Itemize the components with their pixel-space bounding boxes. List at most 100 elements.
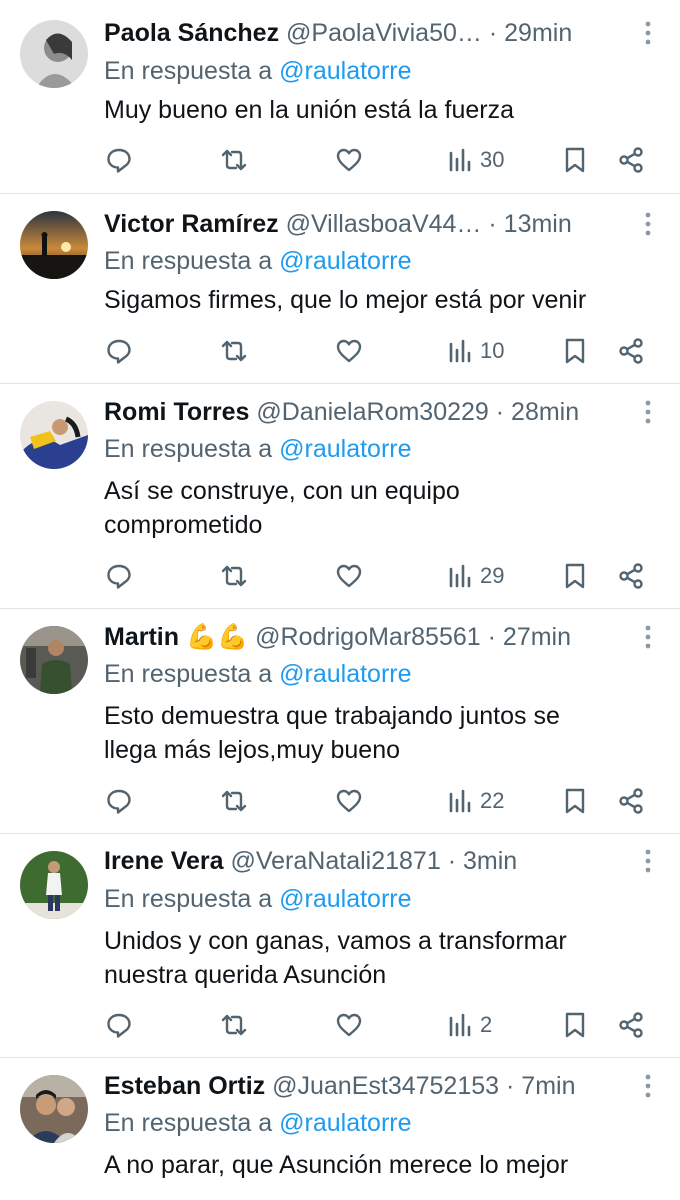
reply-button[interactable] bbox=[104, 140, 134, 180]
heart-icon bbox=[334, 561, 364, 591]
reply-prefix: En respuesta a bbox=[104, 885, 273, 913]
more-vertical-icon[interactable] bbox=[638, 395, 658, 429]
tweet-item[interactable]: Esteban Ortiz @JuanEst34752153 · 7min En… bbox=[0, 1057, 680, 1200]
more-vertical-icon[interactable] bbox=[638, 844, 658, 878]
avatar[interactable] bbox=[20, 401, 88, 469]
tweet-item[interactable]: Romi Torres @DanielaRom30229 · 28min En … bbox=[0, 383, 680, 608]
reply-prefix: En respuesta a bbox=[104, 57, 273, 85]
more-vertical-icon[interactable] bbox=[638, 1069, 658, 1103]
action-bar: 30 bbox=[104, 140, 660, 180]
views-button[interactable]: 2 bbox=[446, 1005, 492, 1045]
author-name[interactable]: Irene Vera bbox=[104, 847, 224, 875]
author-name[interactable]: Esteban Ortiz bbox=[104, 1072, 265, 1100]
share-icon bbox=[616, 561, 646, 591]
like-button[interactable] bbox=[334, 140, 364, 180]
reply-bubble-icon bbox=[104, 1010, 134, 1040]
action-bar: 2 bbox=[104, 1005, 660, 1045]
tweet-time[interactable]: · 7min bbox=[506, 1072, 575, 1100]
bookmark-icon bbox=[560, 1010, 590, 1040]
avatar[interactable] bbox=[20, 851, 88, 919]
reply-mention-link[interactable]: @raulatorre bbox=[279, 660, 411, 688]
tweet-text: A no parar, que Asunción merece lo mejor bbox=[104, 1148, 664, 1182]
reply-context: En respuesta a @raulatorre bbox=[104, 54, 412, 88]
reply-mention-link[interactable]: @raulatorre bbox=[279, 1109, 411, 1137]
retweet-button[interactable] bbox=[219, 556, 249, 596]
author-handle[interactable]: @DanielaRom30229 bbox=[256, 398, 488, 426]
tweet-time[interactable]: · 3min bbox=[448, 847, 517, 875]
author-handle[interactable]: @RodrigoMar85561 bbox=[255, 623, 481, 651]
heart-icon bbox=[334, 336, 364, 366]
action-bar: 29 bbox=[104, 556, 660, 596]
reply-button[interactable] bbox=[104, 1005, 134, 1045]
avatar[interactable] bbox=[20, 626, 88, 694]
avatar[interactable] bbox=[20, 20, 88, 88]
share-button[interactable] bbox=[616, 781, 646, 821]
views-button[interactable]: 29 bbox=[446, 556, 504, 596]
tweet-text-line: A no parar, que Asunción merece lo mejor bbox=[104, 1151, 569, 1179]
author-name[interactable]: Martin bbox=[104, 623, 179, 651]
like-button[interactable] bbox=[334, 556, 364, 596]
reply-context: En respuesta a @raulatorre bbox=[104, 882, 412, 916]
views-button[interactable]: 10 bbox=[446, 331, 504, 371]
tweet-item[interactable]: Irene Vera @VeraNatali21871 · 3min En re… bbox=[0, 833, 680, 1057]
share-button[interactable] bbox=[616, 331, 646, 371]
author-name[interactable]: Paola Sánchez bbox=[104, 19, 279, 47]
tweet-text: Muy bueno en la unión está la fuerza bbox=[104, 93, 664, 127]
more-vertical-icon[interactable] bbox=[638, 16, 658, 50]
author-handle[interactable]: @VillasboaV44… bbox=[286, 210, 482, 238]
tweet-header: Esteban Ortiz @JuanEst34752153 · 7min bbox=[104, 1069, 656, 1103]
tweet-item[interactable]: Victor Ramírez @VillasboaV44… · 13min En… bbox=[0, 193, 680, 383]
tweet-time[interactable]: · 29min bbox=[489, 19, 572, 47]
retweet-button[interactable] bbox=[219, 1005, 249, 1045]
reply-prefix: En respuesta a bbox=[104, 660, 273, 688]
author-handle[interactable]: @VeraNatali21871 bbox=[230, 847, 440, 875]
reply-button[interactable] bbox=[104, 331, 134, 371]
views-button[interactable]: 22 bbox=[446, 781, 504, 821]
like-button[interactable] bbox=[334, 1005, 364, 1045]
like-button[interactable] bbox=[334, 781, 364, 821]
author-name[interactable]: Romi Torres bbox=[104, 398, 249, 426]
reply-mention-link[interactable]: @raulatorre bbox=[279, 247, 411, 275]
more-vertical-icon[interactable] bbox=[638, 620, 658, 654]
bookmark-button[interactable] bbox=[560, 781, 590, 821]
tweet-text-line: Unidos y con ganas, vamos a transformar bbox=[104, 927, 567, 955]
reply-bubble-icon bbox=[104, 786, 134, 816]
tweet-header: Martin 💪💪 @RodrigoMar85561 · 27min bbox=[104, 620, 656, 654]
author-handle[interactable]: @PaolaVivia50… bbox=[286, 19, 482, 47]
tweet-item[interactable]: Martin 💪💪 @RodrigoMar85561 · 27min En re… bbox=[0, 608, 680, 833]
tweet-text: Sigamos firmes, que lo mejor está por ve… bbox=[104, 283, 664, 317]
bookmark-button[interactable] bbox=[560, 556, 590, 596]
tweet-text-line: Esto demuestra que trabajando juntos se bbox=[104, 702, 560, 730]
reply-context: En respuesta a @raulatorre bbox=[104, 244, 412, 278]
bookmark-button[interactable] bbox=[560, 1005, 590, 1045]
tweet-text-line: nuestra querida Asunción bbox=[104, 961, 387, 989]
tweet-time[interactable]: · 28min bbox=[496, 398, 579, 426]
retweet-button[interactable] bbox=[219, 140, 249, 180]
like-button[interactable] bbox=[334, 331, 364, 371]
reply-mention-link[interactable]: @raulatorre bbox=[279, 435, 411, 463]
author-name[interactable]: Victor Ramírez bbox=[104, 210, 279, 238]
share-button[interactable] bbox=[616, 140, 646, 180]
tweet-item[interactable]: Paola Sánchez @PaolaVivia50… · 29min En … bbox=[0, 0, 680, 193]
tweet-time[interactable]: · 27min bbox=[488, 623, 571, 651]
reply-mention-link[interactable]: @raulatorre bbox=[279, 885, 411, 913]
share-button[interactable] bbox=[616, 556, 646, 596]
share-button[interactable] bbox=[616, 1005, 646, 1045]
bookmark-button[interactable] bbox=[560, 331, 590, 371]
heart-icon bbox=[334, 786, 364, 816]
views-button[interactable]: 30 bbox=[446, 140, 504, 180]
avatar[interactable] bbox=[20, 211, 88, 279]
retweet-button[interactable] bbox=[219, 331, 249, 371]
reply-button[interactable] bbox=[104, 781, 134, 821]
emoji-flexed-biceps: 💪💪 bbox=[185, 623, 249, 651]
views-bar-chart-icon bbox=[446, 786, 476, 816]
avatar[interactable] bbox=[20, 1075, 88, 1143]
tweet-text-line: Sigamos firmes, que lo mejor está por ve… bbox=[104, 286, 587, 314]
reply-button[interactable] bbox=[104, 556, 134, 596]
tweet-time[interactable]: · 13min bbox=[488, 210, 571, 238]
author-handle[interactable]: @JuanEst34752153 bbox=[272, 1072, 499, 1100]
bookmark-button[interactable] bbox=[560, 140, 590, 180]
more-vertical-icon[interactable] bbox=[638, 207, 658, 241]
retweet-button[interactable] bbox=[219, 781, 249, 821]
reply-mention-link[interactable]: @raulatorre bbox=[279, 57, 411, 85]
